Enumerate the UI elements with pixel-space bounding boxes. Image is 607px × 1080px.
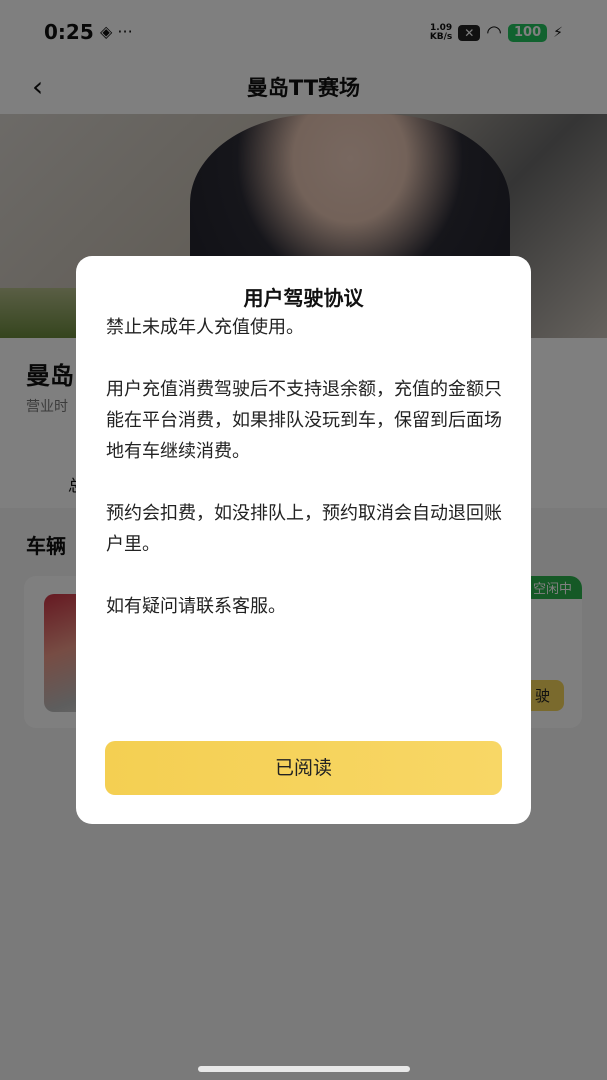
agreement-modal: 用户驾驶协议 禁止未成年人充值使用。 用户充值消费驾驶后不支持退余额，充值的金额… — [76, 256, 531, 824]
modal-body: 禁止未成年人充值使用。 用户充值消费驾驶后不支持退余额，充值的金额只能在平台消费… — [106, 312, 506, 653]
read-confirm-button[interactable]: 已阅读 — [105, 741, 502, 795]
agreement-paragraph: 如有疑问请联系客服。 — [106, 596, 286, 617]
home-indicator[interactable] — [198, 1066, 410, 1072]
agreement-paragraph: 预约会扣费，如没排队上，预约取消会自动退回账户里。 — [106, 503, 502, 555]
agreement-paragraph: 禁止未成年人充值使用。 — [106, 317, 304, 338]
agreement-paragraph: 用户充值消费驾驶后不支持退余额，充值的金额只能在平台消费，如果排队没玩到车，保留… — [106, 379, 502, 462]
modal-title: 用户驾驶协议 — [243, 286, 364, 310]
